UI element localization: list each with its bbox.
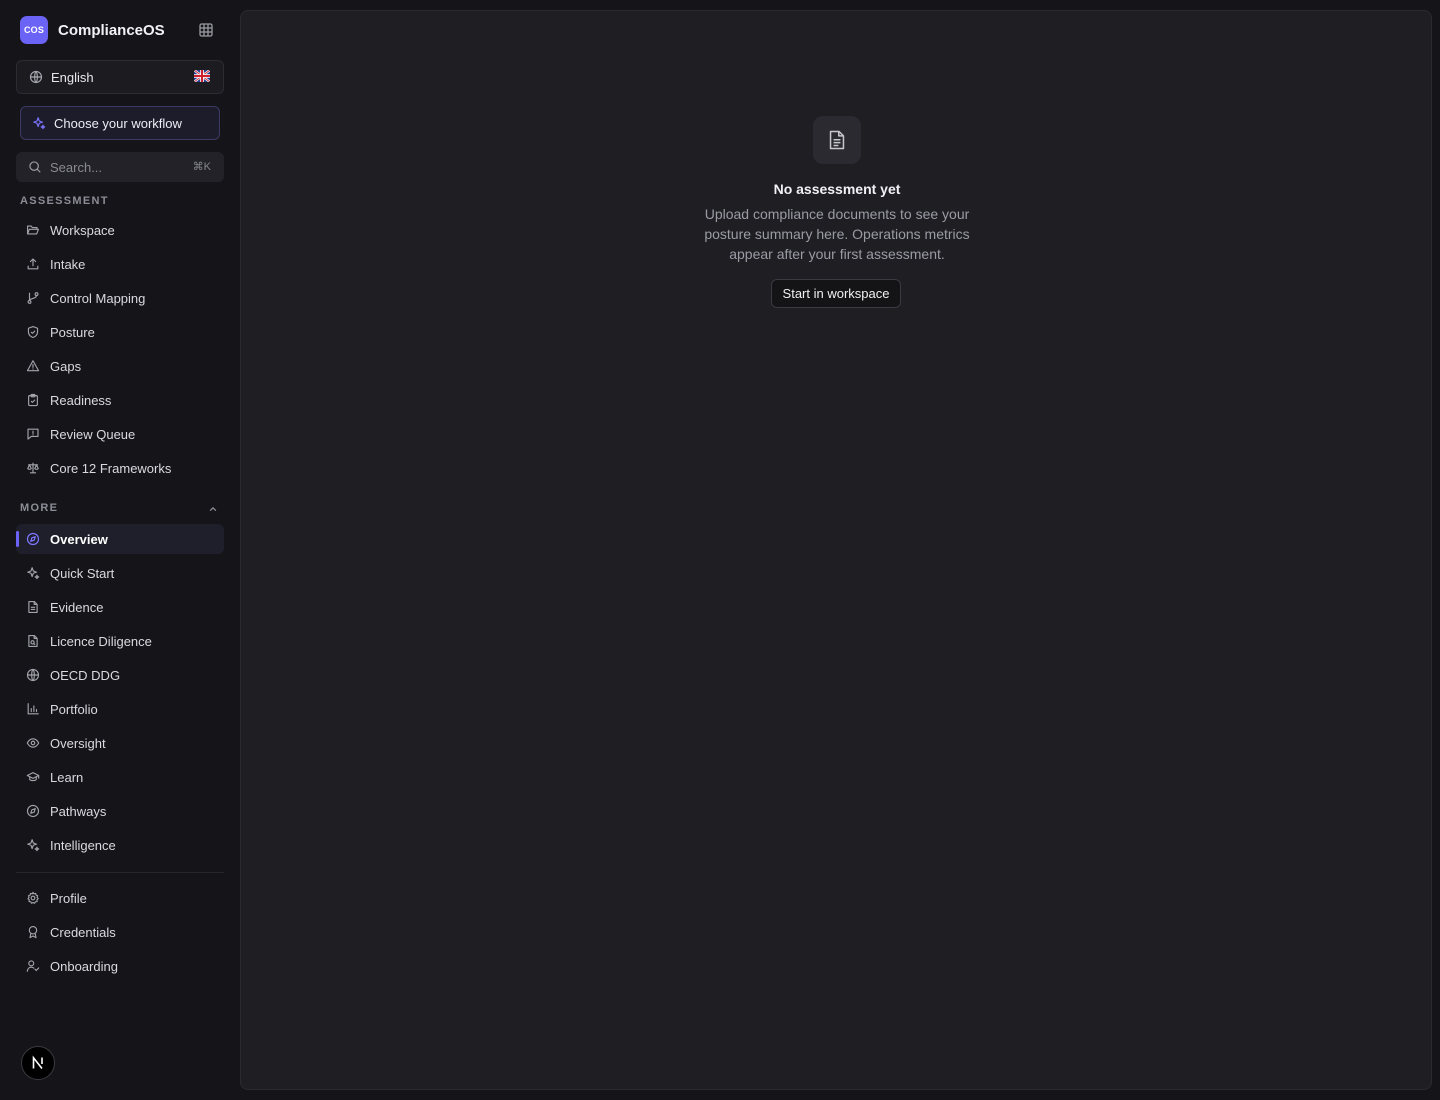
- search-shortcut: ⌘K: [192, 161, 211, 173]
- empty-state-description: Upload compliance documents to see your …: [704, 206, 970, 262]
- sidebar-item-learn[interactable]: Learn: [16, 762, 224, 792]
- globe-icon: [29, 70, 43, 84]
- sidebar-item-quick-start[interactable]: Quick Start: [16, 558, 224, 588]
- globe-icon: [26, 668, 40, 682]
- avatar[interactable]: [21, 1046, 55, 1080]
- sidebar-item-review-queue[interactable]: Review Queue: [16, 419, 224, 449]
- search-box: ⌘K: [16, 152, 224, 182]
- brand-name: ComplianceOS: [58, 21, 165, 39]
- sidebar-item-label: Quick Start: [50, 565, 115, 581]
- message-alert-icon: [26, 427, 40, 441]
- main-panel: No assessment yet Upload compliance docu…: [240, 10, 1432, 1090]
- avatar-logo-icon: [30, 1055, 46, 1071]
- sidebar-item-label: Readiness: [50, 392, 112, 408]
- sidebar-item-intake[interactable]: Intake: [16, 249, 224, 279]
- choose-workflow-button[interactable]: Choose your workflow: [20, 106, 220, 140]
- chevron-up-icon[interactable]: [208, 504, 218, 514]
- sidebar-item-core-12-frameworks[interactable]: Core 12 Frameworks: [16, 453, 224, 483]
- sidebar-item-label: Posture: [50, 324, 95, 340]
- warning-triangle-icon: [26, 359, 40, 373]
- sidebar-item-label: Licence Diligence: [50, 633, 152, 649]
- sidebar-item-label: Overview: [50, 531, 108, 547]
- sidebar-item-label: Pathways: [50, 803, 107, 819]
- sidebar-item-label: Evidence: [50, 599, 104, 615]
- sparkles-icon: [26, 838, 40, 852]
- sidebar-item-label: Intelligence: [50, 837, 116, 853]
- scale-icon: [26, 461, 40, 475]
- brand[interactable]: COS ComplianceOS: [20, 16, 220, 44]
- user-check-icon: [26, 959, 40, 973]
- sidebar-divider: [16, 872, 224, 873]
- sidebar-item-label: Intake: [50, 256, 86, 272]
- eye-icon: [26, 736, 40, 750]
- grid-icon[interactable]: [198, 22, 214, 38]
- brand-logo: COS: [20, 16, 48, 44]
- sidebar-item-posture[interactable]: Posture: [16, 317, 224, 347]
- shield-icon: [26, 325, 40, 339]
- git-branch-icon: [26, 291, 40, 305]
- sidebar-item-label: Onboarding: [50, 958, 118, 974]
- sidebar-item-oversight[interactable]: Oversight: [16, 728, 224, 758]
- folder-open-icon: [26, 223, 40, 237]
- sidebar-item-gaps[interactable]: Gaps: [16, 351, 224, 381]
- sidebar-item-label: Core 12 Frameworks: [50, 460, 172, 476]
- compass-icon: [26, 804, 40, 818]
- award-icon: [26, 925, 40, 939]
- sidebar-item-label: Oversight: [50, 735, 106, 751]
- clipboard-check-icon: [26, 393, 40, 407]
- uk-flag-icon: [194, 70, 210, 82]
- sidebar-item-onboarding[interactable]: Onboarding: [16, 951, 224, 981]
- active-indicator: [16, 531, 19, 547]
- sidebar-item-label: OECD DDG: [50, 667, 121, 683]
- sparkles-icon: [32, 116, 46, 130]
- sidebar-item-workspace[interactable]: Workspace: [16, 215, 224, 245]
- sidebar-item-credentials[interactable]: Credentials: [16, 917, 224, 947]
- language-label: English: [51, 69, 94, 85]
- sidebar-item-control-mapping[interactable]: Control Mapping: [16, 283, 224, 313]
- search-icon: [28, 160, 42, 174]
- empty-state-title: No assessment yet: [773, 181, 901, 197]
- workflow-label: Choose your workflow: [54, 115, 182, 131]
- sidebar-item-label: Credentials: [50, 924, 116, 940]
- sidebar-item-label: Gaps: [50, 358, 82, 374]
- sidebar-item-intelligence[interactable]: Intelligence: [16, 830, 224, 860]
- file-text-icon: [26, 600, 40, 614]
- sidebar-item-licence-diligence[interactable]: Licence Diligence: [16, 626, 224, 656]
- sparkles-icon: [26, 566, 40, 580]
- sidebar-item-evidence[interactable]: Evidence: [16, 592, 224, 622]
- sidebar-item-readiness[interactable]: Readiness: [16, 385, 224, 415]
- graduation-cap-icon: [26, 770, 40, 784]
- sidebar-item-oecd-ddg[interactable]: OECD DDG: [16, 660, 224, 690]
- sidebar-item-label: Learn: [50, 769, 84, 785]
- section-label-more: MORE: [20, 502, 59, 514]
- sidebar-item-label: Portfolio: [50, 701, 98, 717]
- sidebar-item-label: Control Mapping: [50, 290, 146, 306]
- sidebar-item-label: Profile: [50, 890, 87, 906]
- sidebar-item-portfolio[interactable]: Portfolio: [16, 694, 224, 724]
- compass-icon: [26, 532, 40, 546]
- gear-icon: [26, 891, 40, 905]
- language-selector[interactable]: English: [16, 60, 224, 94]
- sidebar-item-profile[interactable]: Profile: [16, 883, 224, 913]
- sidebar-item-overview[interactable]: Overview: [16, 524, 224, 554]
- sidebar-item-label: Workspace: [50, 222, 115, 238]
- sidebar-item-label: Review Queue: [50, 426, 136, 442]
- search-input[interactable]: [50, 159, 180, 175]
- start-in-workspace-button[interactable]: Start in workspace: [771, 279, 901, 308]
- upload-icon: [26, 257, 40, 271]
- file-text-icon: [813, 116, 861, 164]
- sidebar-item-pathways[interactable]: Pathways: [16, 796, 224, 826]
- section-label-assessment: ASSESSMENT: [20, 195, 109, 207]
- bar-chart-icon: [26, 702, 40, 716]
- file-search-icon: [26, 634, 40, 648]
- sidebar: COS ComplianceOS English Choose your wor…: [0, 0, 240, 1100]
